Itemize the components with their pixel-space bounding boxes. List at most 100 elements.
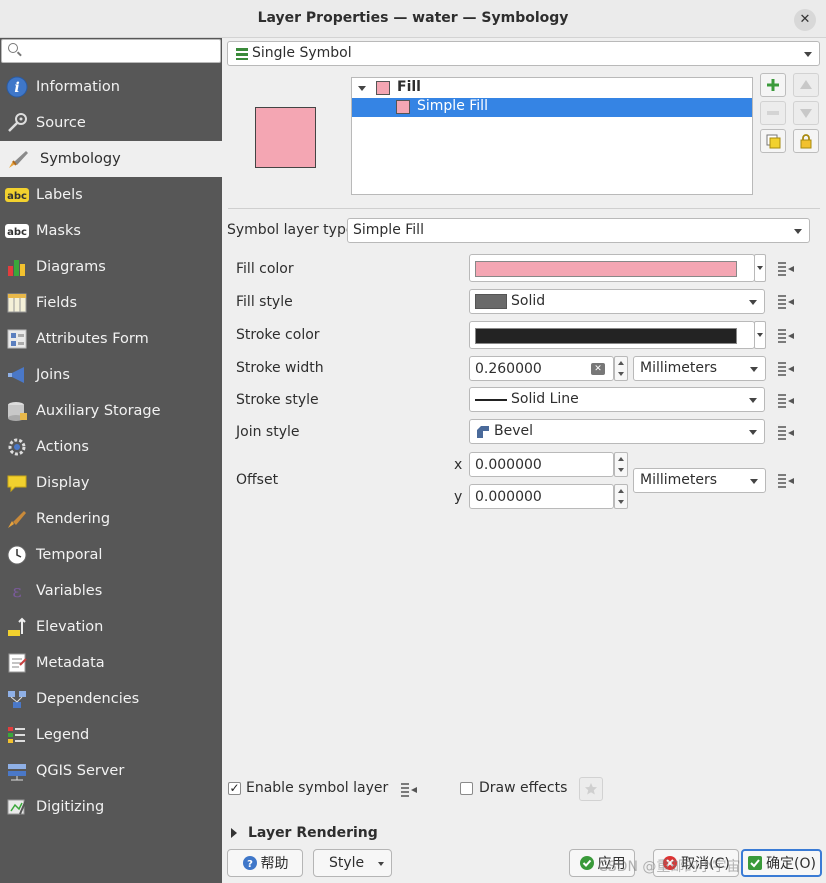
stroke-width-unit-select[interactable]: Millimeters [633, 356, 766, 381]
sidebar-item-digitizing[interactable]: Digitizing [0, 789, 222, 825]
add-layer-button[interactable] [760, 73, 786, 97]
move-up-button[interactable] [793, 73, 819, 97]
data-defined-override-icon[interactable] [774, 390, 796, 412]
offset-y-input[interactable]: 0.000000 [469, 484, 614, 509]
ok-button[interactable]: 确定(O) [741, 849, 822, 877]
sidebar-item-label: Source [36, 115, 86, 131]
elevation-icon [4, 615, 30, 639]
legend-icon [4, 723, 30, 747]
svg-text:abc: abc [7, 191, 27, 202]
style-menu-button[interactable]: Style [313, 849, 392, 877]
sidebar-item-label: Information [36, 79, 120, 95]
search-box[interactable] [1, 39, 221, 63]
effects-button[interactable] [579, 777, 603, 801]
data-defined-override-icon[interactable] [774, 422, 796, 444]
sidebar-item-auxiliary-storage[interactable]: Auxiliary Storage [0, 393, 222, 429]
auxiliary-storage-icon [4, 399, 30, 423]
fill-color-dropdown[interactable] [754, 254, 766, 282]
stroke-color-swatch [475, 328, 737, 344]
move-down-button[interactable] [793, 101, 819, 125]
data-defined-override-icon[interactable] [774, 291, 796, 313]
symbol-layer-tree[interactable]: Fill Simple Fill [351, 77, 753, 195]
sidebar-item-symbology[interactable]: Symbology [0, 141, 222, 177]
stroke-style-select[interactable]: Solid Line [469, 387, 765, 412]
sidebar-item-qgis-server[interactable]: QGIS Server [0, 753, 222, 789]
enable-symbol-layer-label[interactable]: Enable symbol layer [246, 780, 388, 796]
join-style-select[interactable]: Bevel [469, 419, 765, 444]
data-defined-override-icon[interactable] [397, 779, 419, 801]
draw-effects-label[interactable]: Draw effects [479, 780, 567, 796]
duplicate-icon [766, 134, 781, 149]
draw-effects-checkbox[interactable] [460, 782, 473, 795]
sidebar-item-label: Metadata [36, 655, 105, 671]
sidebar-item-legend[interactable]: Legend [0, 717, 222, 753]
data-defined-override-icon[interactable] [774, 325, 796, 347]
expand-arrow-icon[interactable] [358, 86, 366, 91]
joins-icon [4, 363, 30, 387]
sidebar-item-elevation[interactable]: Elevation [0, 609, 222, 645]
sidebar-item-variables[interactable]: ε Variables [0, 573, 222, 609]
stroke-width-unit-value: Millimeters [640, 360, 718, 376]
sidebar-item-label: Legend [36, 727, 90, 743]
title-bar: Layer Properties — water — Symbology ✕ [0, 0, 826, 38]
stroke-width-label: Stroke width [236, 360, 324, 376]
star-icon [585, 783, 597, 795]
close-button[interactable]: ✕ [794, 9, 816, 31]
stroke-width-stepper[interactable] [614, 356, 628, 381]
offset-x-stepper[interactable] [614, 452, 628, 477]
minus-icon [767, 111, 779, 115]
bevel-join-icon [476, 425, 490, 443]
remove-layer-button[interactable] [760, 101, 786, 125]
data-defined-override-icon[interactable] [774, 470, 796, 492]
symbol-layer-type-select[interactable]: Simple Fill [347, 218, 810, 243]
sidebar-item-labels[interactable]: abc Labels [0, 177, 222, 213]
solid-line-icon [475, 399, 507, 401]
stroke-color-dropdown[interactable] [754, 321, 766, 349]
sidebar-item-dependencies[interactable]: Dependencies [0, 681, 222, 717]
lock-layer-button[interactable] [793, 129, 819, 153]
duplicate-layer-button[interactable] [760, 129, 786, 153]
offset-y-stepper[interactable] [614, 484, 628, 509]
sidebar-item-diagrams[interactable]: Diagrams [0, 249, 222, 285]
sidebar-item-rendering[interactable]: Rendering [0, 501, 222, 537]
expand-arrow-icon[interactable] [231, 828, 237, 838]
symbol-layer-type-label: Symbol layer type [227, 222, 355, 238]
chevron-down-icon [750, 479, 758, 484]
tree-item-fill[interactable]: Fill [352, 79, 752, 98]
sidebar-item-label: Joins [36, 367, 70, 383]
sidebar-item-information[interactable]: i Information [0, 69, 222, 105]
svg-text:i: i [14, 80, 19, 96]
symbol-preview [255, 107, 316, 168]
layer-rendering-header[interactable]: Layer Rendering [248, 825, 378, 841]
tree-item-simple-fill[interactable]: Simple Fill [352, 98, 752, 117]
data-defined-override-icon[interactable] [774, 358, 796, 380]
labels-abc-icon: abc [4, 183, 30, 207]
ok-check-icon [748, 856, 763, 870]
sidebar-item-actions[interactable]: Actions [0, 429, 222, 465]
tree-item-label: Simple Fill [417, 98, 488, 114]
data-defined-override-icon[interactable] [774, 258, 796, 280]
stroke-color-button[interactable] [469, 321, 755, 349]
renderer-select[interactable]: Single Symbol [227, 41, 820, 66]
search-input[interactable] [24, 42, 214, 60]
offset-unit-select[interactable]: Millimeters [633, 468, 766, 493]
stroke-width-value: 0.260000 [475, 361, 542, 377]
sidebar-item-source[interactable]: Source [0, 105, 222, 141]
sidebar-item-metadata[interactable]: Metadata [0, 645, 222, 681]
fill-color-button[interactable] [469, 254, 755, 282]
enable-symbol-layer-checkbox[interactable]: ✓ [228, 782, 241, 795]
sidebar-item-display[interactable]: Display [0, 465, 222, 501]
stroke-width-input[interactable]: 0.260000 ✕ [469, 356, 614, 381]
stroke-color-label: Stroke color [236, 327, 320, 343]
sidebar-nav: i Information Source Symbology abc Label… [0, 69, 222, 825]
sidebar-item-fields[interactable]: Fields [0, 285, 222, 321]
sidebar-item-joins[interactable]: Joins [0, 357, 222, 393]
help-button[interactable]: ? 帮助 [227, 849, 303, 877]
sidebar-item-masks[interactable]: abc Masks [0, 213, 222, 249]
metadata-icon [4, 651, 30, 675]
clear-icon[interactable]: ✕ [591, 363, 605, 375]
fill-style-select[interactable]: Solid [469, 289, 765, 314]
offset-x-input[interactable]: 0.000000 [469, 452, 614, 477]
sidebar-item-attributes-form[interactable]: Attributes Form [0, 321, 222, 357]
sidebar-item-temporal[interactable]: Temporal [0, 537, 222, 573]
